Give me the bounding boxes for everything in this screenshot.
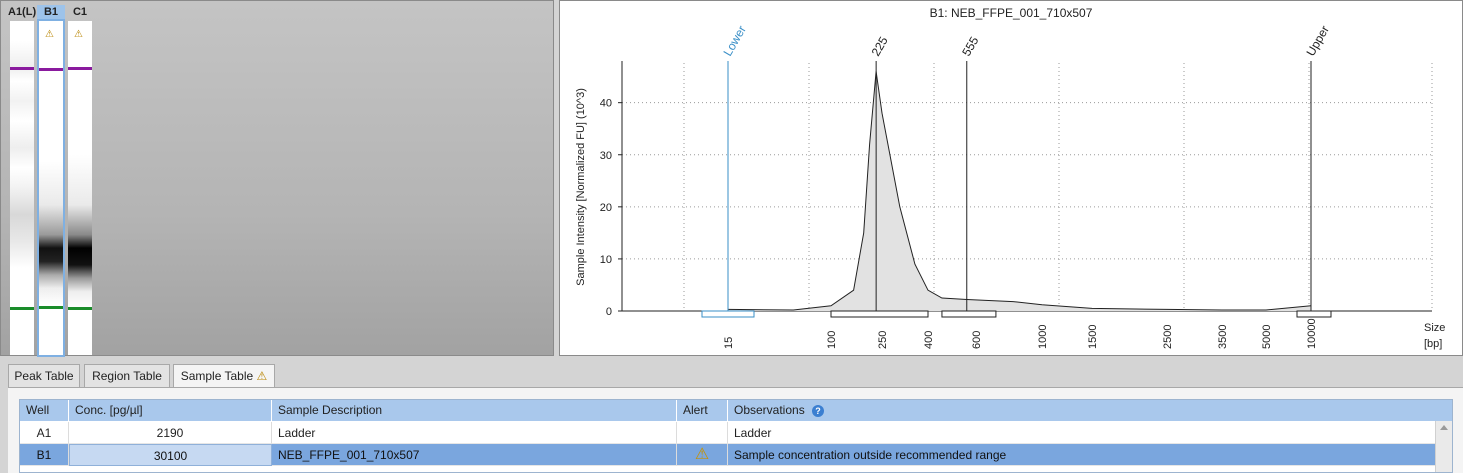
lower-marker-band (39, 306, 63, 309)
region-bracket (1296, 310, 1332, 318)
trace-line (727, 71, 1312, 311)
chart-title: B1: NEB_FFPE_001_710x507 (930, 6, 1093, 20)
y-tick-label: 40 (600, 98, 612, 110)
table-row[interactable]: A1 2190 Ladder Ladder (20, 422, 1436, 444)
x-axis-label-size: Size (1424, 322, 1445, 334)
x-tick-label: 250 (877, 331, 889, 349)
x-tick-label: 400 (923, 331, 935, 349)
cell-well: B1 (20, 444, 69, 466)
lane-label: A1(L) (8, 6, 37, 18)
warning-icon: ⚠ (256, 369, 268, 383)
lower-marker-band (10, 307, 34, 310)
x-tick-label: 600 (971, 331, 983, 349)
gel-lane-b1[interactable]: B1 ⚠ (37, 5, 65, 357)
vertical-scrollbar[interactable] (1435, 421, 1452, 472)
electropherogram-chart: B1: NEB_FFPE_001_710x507 Sample Intensit… (575, 6, 1445, 350)
column-header-description[interactable]: Sample Description (272, 400, 677, 421)
sample-table-area: Well Conc. [pg/µl] Sample Description Al… (8, 387, 1463, 473)
y-tick-label: 20 (600, 202, 612, 214)
cell-description[interactable]: Ladder (272, 422, 677, 444)
upper-marker-band (10, 67, 34, 70)
column-header-alert[interactable]: Alert (677, 400, 728, 421)
y-tick-label: 10 (600, 254, 612, 266)
y-tick-label: 30 (600, 150, 612, 162)
x-tick-label: 100 (826, 331, 838, 349)
lane-label: B1 (37, 5, 65, 19)
gel-lane-c1[interactable]: C1 ⚠ (66, 5, 94, 355)
x-axis-label-unit: [bp] (1424, 338, 1442, 350)
tab-peak-table[interactable]: Peak Table (8, 364, 80, 388)
column-header-well[interactable]: Well (20, 400, 69, 421)
upper-marker-band (39, 68, 63, 71)
trace-area (728, 71, 1311, 312)
lane-label: C1 (72, 6, 88, 18)
region-bracket (701, 310, 755, 318)
tab-sample-table[interactable]: Sample Table ⚠ (173, 364, 275, 389)
region-bracket (830, 310, 929, 318)
x-tick-label: 1500 (1087, 325, 1099, 349)
x-tick-label: 15 (723, 337, 735, 349)
cell-conc[interactable]: 30100 (69, 444, 272, 466)
lane-strip (10, 21, 34, 355)
lane-strip (37, 19, 65, 357)
warning-icon: ⚠ (45, 29, 54, 40)
column-header-conc[interactable]: Conc. [pg/µl] (69, 400, 272, 421)
region-bracket (941, 310, 997, 318)
tab-label: Peak Table (14, 369, 74, 383)
peak-label: Lower (720, 23, 748, 58)
cell-observations[interactable]: Sample concentration outside recommended… (728, 444, 1436, 466)
lane-strip (68, 21, 92, 355)
y-tick-label: 0 (606, 306, 612, 318)
table-row-selected[interactable]: B1 30100 NEB_FFPE_001_710x507 ⚠ Sample c… (20, 444, 1436, 466)
warning-icon: ⚠ (677, 444, 728, 466)
x-tick-label: 5000 (1261, 325, 1273, 349)
peak-label: 225 (869, 34, 891, 59)
peak-label: Upper (1303, 23, 1331, 58)
electropherogram-panel[interactable]: B1: NEB_FFPE_001_710x507 Sample Intensit… (559, 0, 1463, 356)
cell-observations[interactable]: Ladder (728, 422, 1436, 444)
lower-marker-band (68, 307, 92, 310)
scroll-up-arrow-icon[interactable] (1440, 425, 1448, 430)
cell-alert (677, 422, 728, 444)
column-header-label: Observations (734, 403, 805, 417)
sample-table: Well Conc. [pg/µl] Sample Description Al… (19, 399, 1453, 473)
warning-icon: ⚠ (74, 29, 83, 40)
x-tick-label: 2500 (1162, 325, 1174, 349)
help-icon[interactable]: ? (812, 405, 825, 417)
peak-label: 555 (959, 34, 981, 59)
upper-marker-band (68, 67, 92, 70)
cell-well: A1 (20, 422, 69, 444)
cell-description[interactable]: NEB_FFPE_001_710x507 (272, 444, 677, 466)
column-header-observations[interactable]: Observations ? (728, 400, 1452, 421)
gel-image-panel[interactable]: A1(L) B1 ⚠ C1 ⚠ (0, 0, 554, 357)
tab-label: Sample Table (180, 369, 254, 383)
x-tick-label: 1000 (1037, 325, 1049, 349)
tab-label: Region Table (92, 369, 162, 383)
y-axis-label: Sample Intensity [Normalized FU] (10^3) (575, 88, 587, 286)
tab-region-table[interactable]: Region Table (84, 364, 170, 388)
cell-conc[interactable]: 2190 (69, 422, 272, 444)
gel-lane-a1[interactable]: A1(L) (8, 5, 36, 355)
x-tick-label: 10000 (1306, 318, 1318, 349)
x-tick-label: 3500 (1217, 325, 1229, 349)
